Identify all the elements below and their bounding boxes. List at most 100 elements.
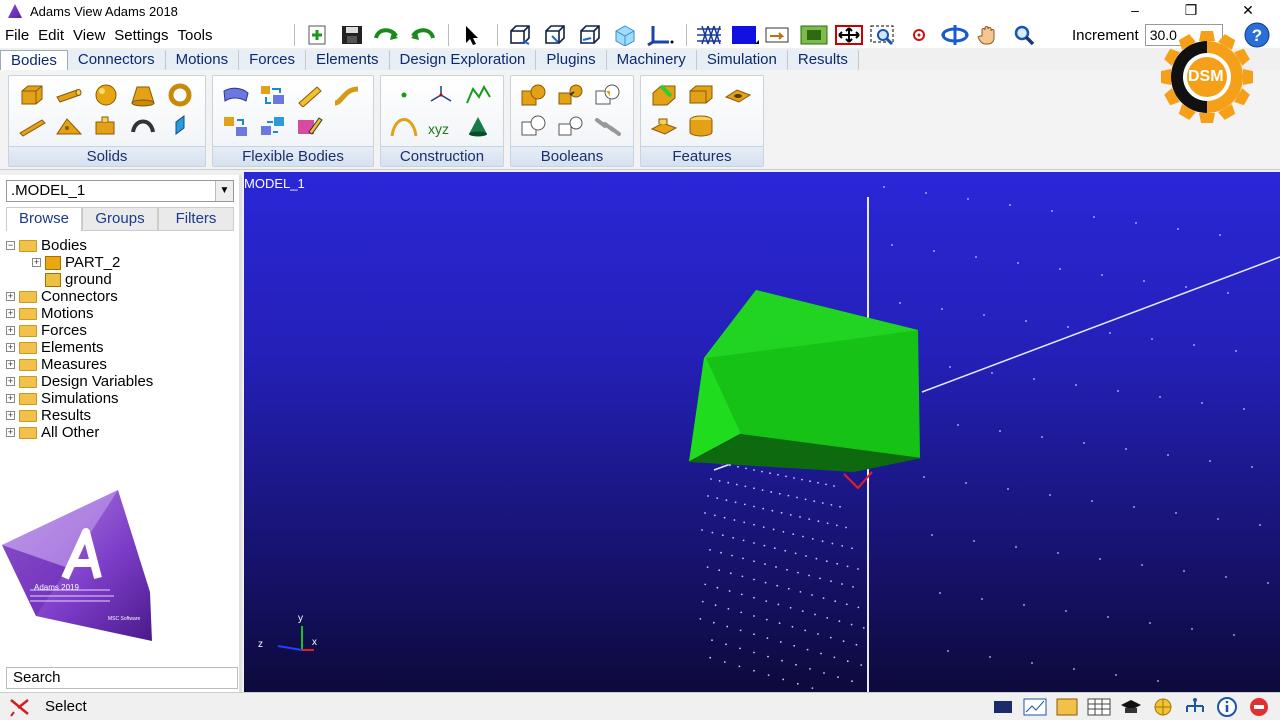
sphere-tool[interactable] <box>91 82 121 108</box>
cylinder-tool[interactable] <box>54 82 84 108</box>
tree-item-forces[interactable]: + Forces <box>6 322 234 339</box>
expand-icon[interactable]: + <box>6 309 15 318</box>
box-tool[interactable] <box>17 82 47 108</box>
menu-view[interactable]: View <box>68 27 109 44</box>
polyline-tool[interactable] <box>463 82 493 108</box>
chamfer-tool[interactable] <box>649 82 679 108</box>
split-tool[interactable] <box>556 113 586 139</box>
tab-groups[interactable]: Groups <box>82 207 158 231</box>
tree-item-measures[interactable]: + Measures <box>6 356 234 373</box>
zoom-button[interactable] <box>1009 23 1039 47</box>
undo-button[interactable] <box>372 23 402 47</box>
background-color-button[interactable] <box>729 23 759 47</box>
coordinate-triad-button[interactable] <box>645 23 675 47</box>
tab-bodies[interactable]: Bodies <box>0 50 68 70</box>
tab-filters[interactable]: Filters <box>158 207 234 231</box>
expand-icon[interactable]: + <box>6 377 15 386</box>
rotate-view-button[interactable] <box>939 23 969 47</box>
hole-tool[interactable] <box>723 82 753 108</box>
union-tool[interactable] <box>519 82 549 108</box>
status-globe-button[interactable] <box>1150 697 1176 717</box>
cone-tool[interactable] <box>463 113 493 139</box>
menu-tools[interactable]: Tools <box>172 27 216 44</box>
merge-tool[interactable] <box>556 82 586 108</box>
link-tool[interactable] <box>17 113 47 139</box>
arc-tool[interactable] <box>389 113 419 139</box>
tab-plugins[interactable]: Plugins <box>536 50 607 70</box>
flex-shape-tool[interactable] <box>332 82 362 108</box>
expand-icon[interactable]: + <box>6 292 15 301</box>
zoom-box-button[interactable] <box>869 23 899 47</box>
plate-tool[interactable] <box>54 113 84 139</box>
plane-tool[interactable] <box>165 113 195 139</box>
intersect-tool[interactable] <box>593 82 623 108</box>
render-toggle-button[interactable] <box>764 23 794 47</box>
flex-convert-tool[interactable] <box>258 82 288 108</box>
tab-connectors[interactable]: Connectors <box>67 50 166 70</box>
tab-motions[interactable]: Motions <box>165 50 240 70</box>
expand-icon[interactable]: + <box>6 326 15 335</box>
tab-forces[interactable]: Forces <box>239 50 306 70</box>
tree-item-part2[interactable]: + PART_2 <box>6 254 234 271</box>
expand-icon[interactable]: + <box>6 360 15 369</box>
tree-item-motions[interactable]: + Motions <box>6 305 234 322</box>
tab-design-exploration[interactable]: Design Exploration <box>389 50 537 70</box>
zoom-extents-button[interactable] <box>834 23 864 47</box>
chain-tool[interactable] <box>593 113 623 139</box>
redo-button[interactable] <box>407 23 437 47</box>
tree-item-results[interactable]: + Results <box>6 407 234 424</box>
expand-icon[interactable]: + <box>6 428 15 437</box>
flex-swap-tool[interactable] <box>221 113 251 139</box>
flex-body-tool[interactable] <box>221 82 251 108</box>
status-info-button[interactable] <box>1214 697 1240 717</box>
minimize-button[interactable]: – <box>1112 0 1158 22</box>
fillet-tool[interactable] <box>686 82 716 108</box>
pan-view-button[interactable] <box>974 23 1004 47</box>
status-hierarchy-button[interactable] <box>1182 697 1208 717</box>
tree-item-connectors[interactable]: + Connectors <box>6 288 234 305</box>
tree-item-bodies[interactable]: − Bodies <box>6 237 234 254</box>
model-selector[interactable]: .MODEL_1 ▼ <box>6 180 234 202</box>
status-window-button[interactable] <box>990 697 1016 717</box>
cut-tool[interactable] <box>519 113 549 139</box>
spline-tool[interactable]: xyz <box>426 113 456 139</box>
expand-icon[interactable]: + <box>6 411 15 420</box>
browser-search-input[interactable]: Search <box>6 667 238 689</box>
center-view-button[interactable] <box>904 23 934 47</box>
view-front-button[interactable] <box>505 23 535 47</box>
view-top-button[interactable] <box>575 23 605 47</box>
expand-icon[interactable]: + <box>6 343 15 352</box>
status-info-window-button[interactable] <box>1054 697 1080 717</box>
tree-item-simulations[interactable]: + Simulations <box>6 390 234 407</box>
tab-machinery[interactable]: Machinery <box>606 50 697 70</box>
expand-icon[interactable]: + <box>32 258 41 267</box>
tree-item-ground[interactable]: ground <box>6 271 234 288</box>
revolution-tool[interactable] <box>128 113 158 139</box>
point-tool[interactable] <box>389 82 419 108</box>
maximize-button[interactable]: ❐ <box>1168 0 1214 22</box>
tab-elements[interactable]: Elements <box>305 50 390 70</box>
status-stop-button[interactable] <box>1246 697 1272 717</box>
hollow-tool[interactable] <box>686 113 716 139</box>
frustum-tool[interactable] <box>128 82 158 108</box>
tree-item-design-variables[interactable]: + Design Variables <box>6 373 234 390</box>
tab-results[interactable]: Results <box>787 50 859 70</box>
expand-icon[interactable]: + <box>6 394 15 403</box>
status-table-button[interactable] <box>1086 697 1112 717</box>
3d-viewport[interactable]: MODEL_1 y x z <box>244 172 1280 692</box>
status-plot-button[interactable] <box>1022 697 1048 717</box>
menu-file[interactable]: File <box>0 27 33 44</box>
flex-edit-tool[interactable] <box>295 113 325 139</box>
view-side-button[interactable] <box>540 23 570 47</box>
save-button[interactable] <box>337 23 367 47</box>
tab-browse[interactable]: Browse <box>6 207 82 231</box>
chevron-down-icon[interactable]: ▼ <box>215 181 233 201</box>
collapse-icon[interactable]: − <box>6 241 15 250</box>
close-button[interactable]: ✕ <box>1225 0 1271 22</box>
marker-tool[interactable] <box>426 82 456 108</box>
new-model-button[interactable] <box>302 23 332 47</box>
render-mode-button[interactable] <box>694 23 724 47</box>
torus-tool[interactable] <box>165 82 195 108</box>
tree-item-all-other[interactable]: + All Other <box>6 424 234 441</box>
fit-view-button[interactable] <box>799 23 829 47</box>
